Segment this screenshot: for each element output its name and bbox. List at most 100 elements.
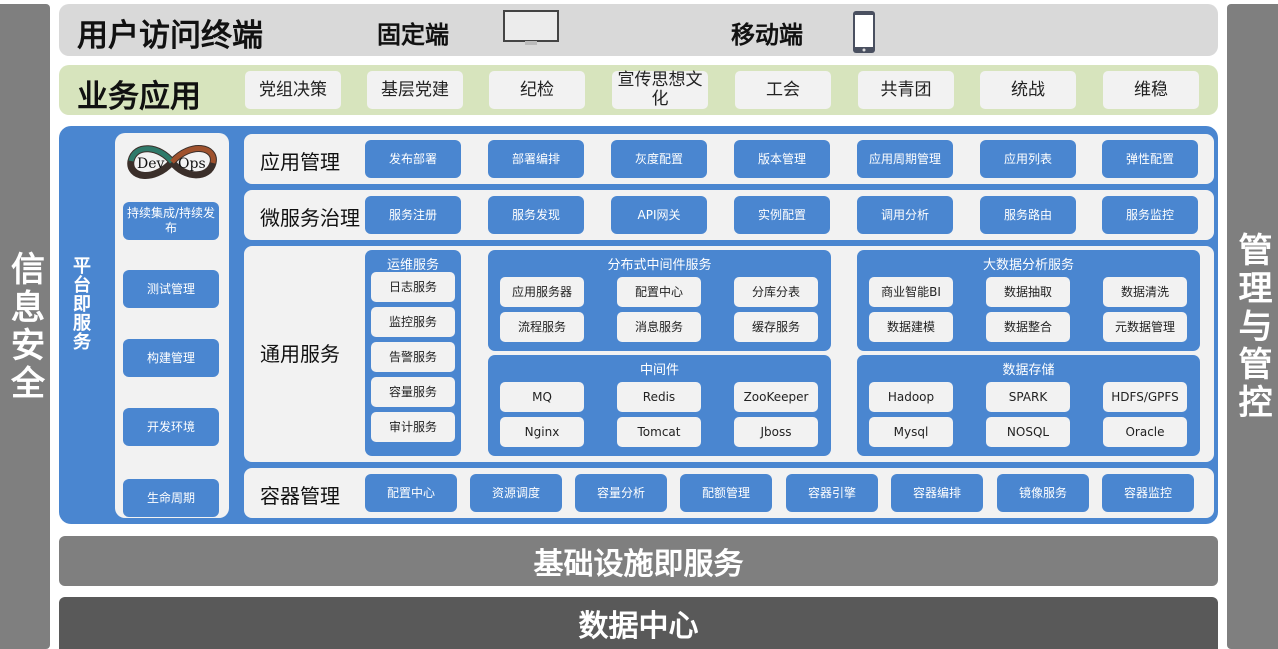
dist-middleware-item[interactable]: 分库分表	[734, 277, 818, 307]
container-item[interactable]: 容器引擎	[786, 474, 878, 512]
business-item[interactable]: 统战	[980, 71, 1076, 109]
business-item[interactable]: 维稳	[1103, 71, 1199, 109]
devops-item[interactable]: 测试管理	[123, 270, 219, 308]
container-item[interactable]: 容器编排	[891, 474, 983, 512]
dist-middleware-group: 分布式中间件服务 应用服务器 配置中心 分库分表流程服务 消息服务 缓存服务	[488, 250, 831, 351]
bigdata-title: 大数据分析服务	[982, 258, 1074, 273]
iaas-label: 基础设施即服务	[533, 547, 744, 582]
middleware-title: 中间件	[639, 363, 679, 378]
bigdata-item[interactable]: 数据清洗	[1103, 277, 1187, 307]
dist-middleware-title: 分布式中间件服务	[607, 258, 712, 273]
app-management-item[interactable]: 应用列表	[980, 140, 1076, 178]
devops-logo-dev: Dev	[137, 156, 165, 172]
devops-logo: Dev Ops	[127, 145, 217, 179]
bigdata-group: 大数据分析服务 商业智能BI 数据抽取 数据清洗数据建模 数据整合 元数据管理	[857, 250, 1200, 351]
ops-services-group: 运维服务 日志服务监控服务告警服务容量服务审计服务	[365, 250, 461, 456]
microservice-item[interactable]: 实例配置	[734, 196, 830, 234]
ops-services-title: 运维服务	[386, 258, 439, 273]
storage-item[interactable]: HDFS/GPFS	[1103, 382, 1187, 412]
business-item[interactable]: 宣传思想文化	[612, 71, 708, 109]
devops-item[interactable]: 构建管理	[123, 339, 219, 377]
dist-middleware-item[interactable]: 消息服务	[617, 312, 701, 342]
microservice-item[interactable]: 调用分析	[857, 196, 953, 234]
security-label: 信息安全	[4, 250, 45, 403]
common-services-title: 通用服务	[260, 342, 340, 366]
devops-panel: Dev Ops 持续集成/持续发布 测试管理构建管理开发环境生命周期	[115, 133, 229, 518]
business-item[interactable]: 基层党建	[367, 71, 463, 109]
app-management-item[interactable]: 灰度配置	[611, 140, 707, 178]
management-label: 管理与管控	[1232, 231, 1272, 422]
middleware-item[interactable]: MQ	[500, 382, 584, 412]
business-item[interactable]: 工会	[735, 71, 831, 109]
business-layer-title: 业务应用	[77, 79, 201, 115]
microservice-item[interactable]: 服务注册	[365, 196, 461, 234]
fixed-terminal-label: 固定端	[377, 21, 449, 49]
security-side-bar: 信息安全	[0, 4, 50, 649]
devops-item[interactable]: 持续集成/持续发布	[123, 202, 219, 240]
datacenter-layer: 数据中心	[59, 597, 1218, 649]
microservice-item[interactable]: 服务监控	[1102, 196, 1198, 234]
app-management-item[interactable]: 部署编排	[488, 140, 584, 178]
app-management-row: 应用管理 发布部署 部署编排 灰度配置 版本管理 应用周期管理 应用列表 弹性配置	[244, 134, 1214, 184]
bigdata-item[interactable]: 数据整合	[986, 312, 1070, 342]
storage-item[interactable]: Hadoop	[869, 382, 953, 412]
mobile-terminal-label: 移动端	[731, 21, 803, 49]
datacenter-label: 数据中心	[578, 609, 699, 644]
app-management-item[interactable]: 应用周期管理	[857, 140, 953, 178]
microservice-item[interactable]: 服务路由	[980, 196, 1076, 234]
bigdata-item[interactable]: 元数据管理	[1103, 312, 1187, 342]
microservice-title: 微服务治理	[260, 206, 360, 230]
devops-item[interactable]: 生命周期	[123, 479, 219, 517]
middleware-item[interactable]: Redis	[617, 382, 701, 412]
bigdata-item[interactable]: 数据抽取	[986, 277, 1070, 307]
container-item[interactable]: 配额管理	[680, 474, 772, 512]
business-item[interactable]: 共青团	[858, 71, 954, 109]
business-app-layer: 业务应用 党组决策 基层党建 纪检 宣传思想文化 工会 共青团 统战 维稳	[59, 65, 1218, 115]
app-management-item[interactable]: 弹性配置	[1102, 140, 1198, 178]
middleware-item[interactable]: ZooKeeper	[734, 382, 818, 412]
container-item[interactable]: 镜像服务	[997, 474, 1089, 512]
storage-item[interactable]: NOSQL	[986, 417, 1070, 447]
iaas-layer: 基础设施即服务	[59, 536, 1218, 586]
app-management-item[interactable]: 版本管理	[734, 140, 830, 178]
storage-group: 数据存储 Hadoop SPARK HDFS/GPFS Mysql NOSQL Oracl…	[857, 355, 1200, 456]
middleware-item[interactable]: Jboss	[734, 417, 818, 447]
ops-service-item[interactable]: 日志服务	[371, 272, 455, 302]
ops-service-item[interactable]: 容量服务	[371, 377, 455, 407]
app-management-item[interactable]: 发布部署	[365, 140, 461, 178]
phone-icon	[853, 11, 875, 53]
bigdata-item[interactable]: 商业智能BI	[869, 277, 953, 307]
storage-item[interactable]: SPARK	[986, 382, 1070, 412]
ops-service-item[interactable]: 监控服务	[371, 307, 455, 337]
management-side-bar: 管理与管控	[1227, 4, 1278, 649]
dist-middleware-item[interactable]: 应用服务器	[500, 277, 584, 307]
bigdata-item[interactable]: 数据建模	[869, 312, 953, 342]
dist-middleware-item[interactable]: 缓存服务	[734, 312, 818, 342]
storage-item[interactable]: Oracle	[1103, 417, 1187, 447]
business-item[interactable]: 党组决策	[245, 71, 341, 109]
devops-item[interactable]: 开发环境	[123, 408, 219, 446]
business-item[interactable]: 纪检	[489, 71, 585, 109]
user-access-layer: 用户访问终端 固定端 移动端	[59, 4, 1218, 56]
middleware-item[interactable]: Nginx	[500, 417, 584, 447]
monitor-icon	[503, 10, 559, 45]
ops-service-item[interactable]: 审计服务	[371, 412, 455, 442]
middleware-item[interactable]: Tomcat	[617, 417, 701, 447]
container-title: 容器管理	[260, 484, 340, 508]
ops-service-item[interactable]: 告警服务	[371, 342, 455, 372]
container-item[interactable]: 容器监控	[1102, 474, 1194, 512]
storage-item[interactable]: Mysql	[869, 417, 953, 447]
microservice-item[interactable]: 服务发现	[488, 196, 584, 234]
access-layer-title: 用户访问终端	[77, 18, 263, 54]
dist-middleware-item[interactable]: 配置中心	[617, 277, 701, 307]
container-item[interactable]: 容量分析	[575, 474, 667, 512]
microservice-item[interactable]: API网关	[611, 196, 707, 234]
microservice-row: 微服务治理 服务注册 服务发现 API网关 实例配置 调用分析 服务路由 服务监控	[244, 190, 1214, 240]
paas-layer: 平台即服务 Dev Ops 持续集成/持续发布 测试管理 构建管理 开发环境 生命周期 …	[59, 126, 1218, 524]
container-item[interactable]: 资源调度	[470, 474, 562, 512]
middleware-group: 中间件 MQ Redis ZooKeeper Nginx Tomcat Jboss	[488, 355, 831, 456]
app-management-title: 应用管理	[260, 150, 340, 174]
dist-middleware-item[interactable]: 流程服务	[500, 312, 584, 342]
container-row: 容器管理 配置中心 资源调度 容量分析 配额管理 容器引擎 容器编排 镜像服务 容器监控	[244, 468, 1214, 518]
container-item[interactable]: 配置中心	[365, 474, 457, 512]
